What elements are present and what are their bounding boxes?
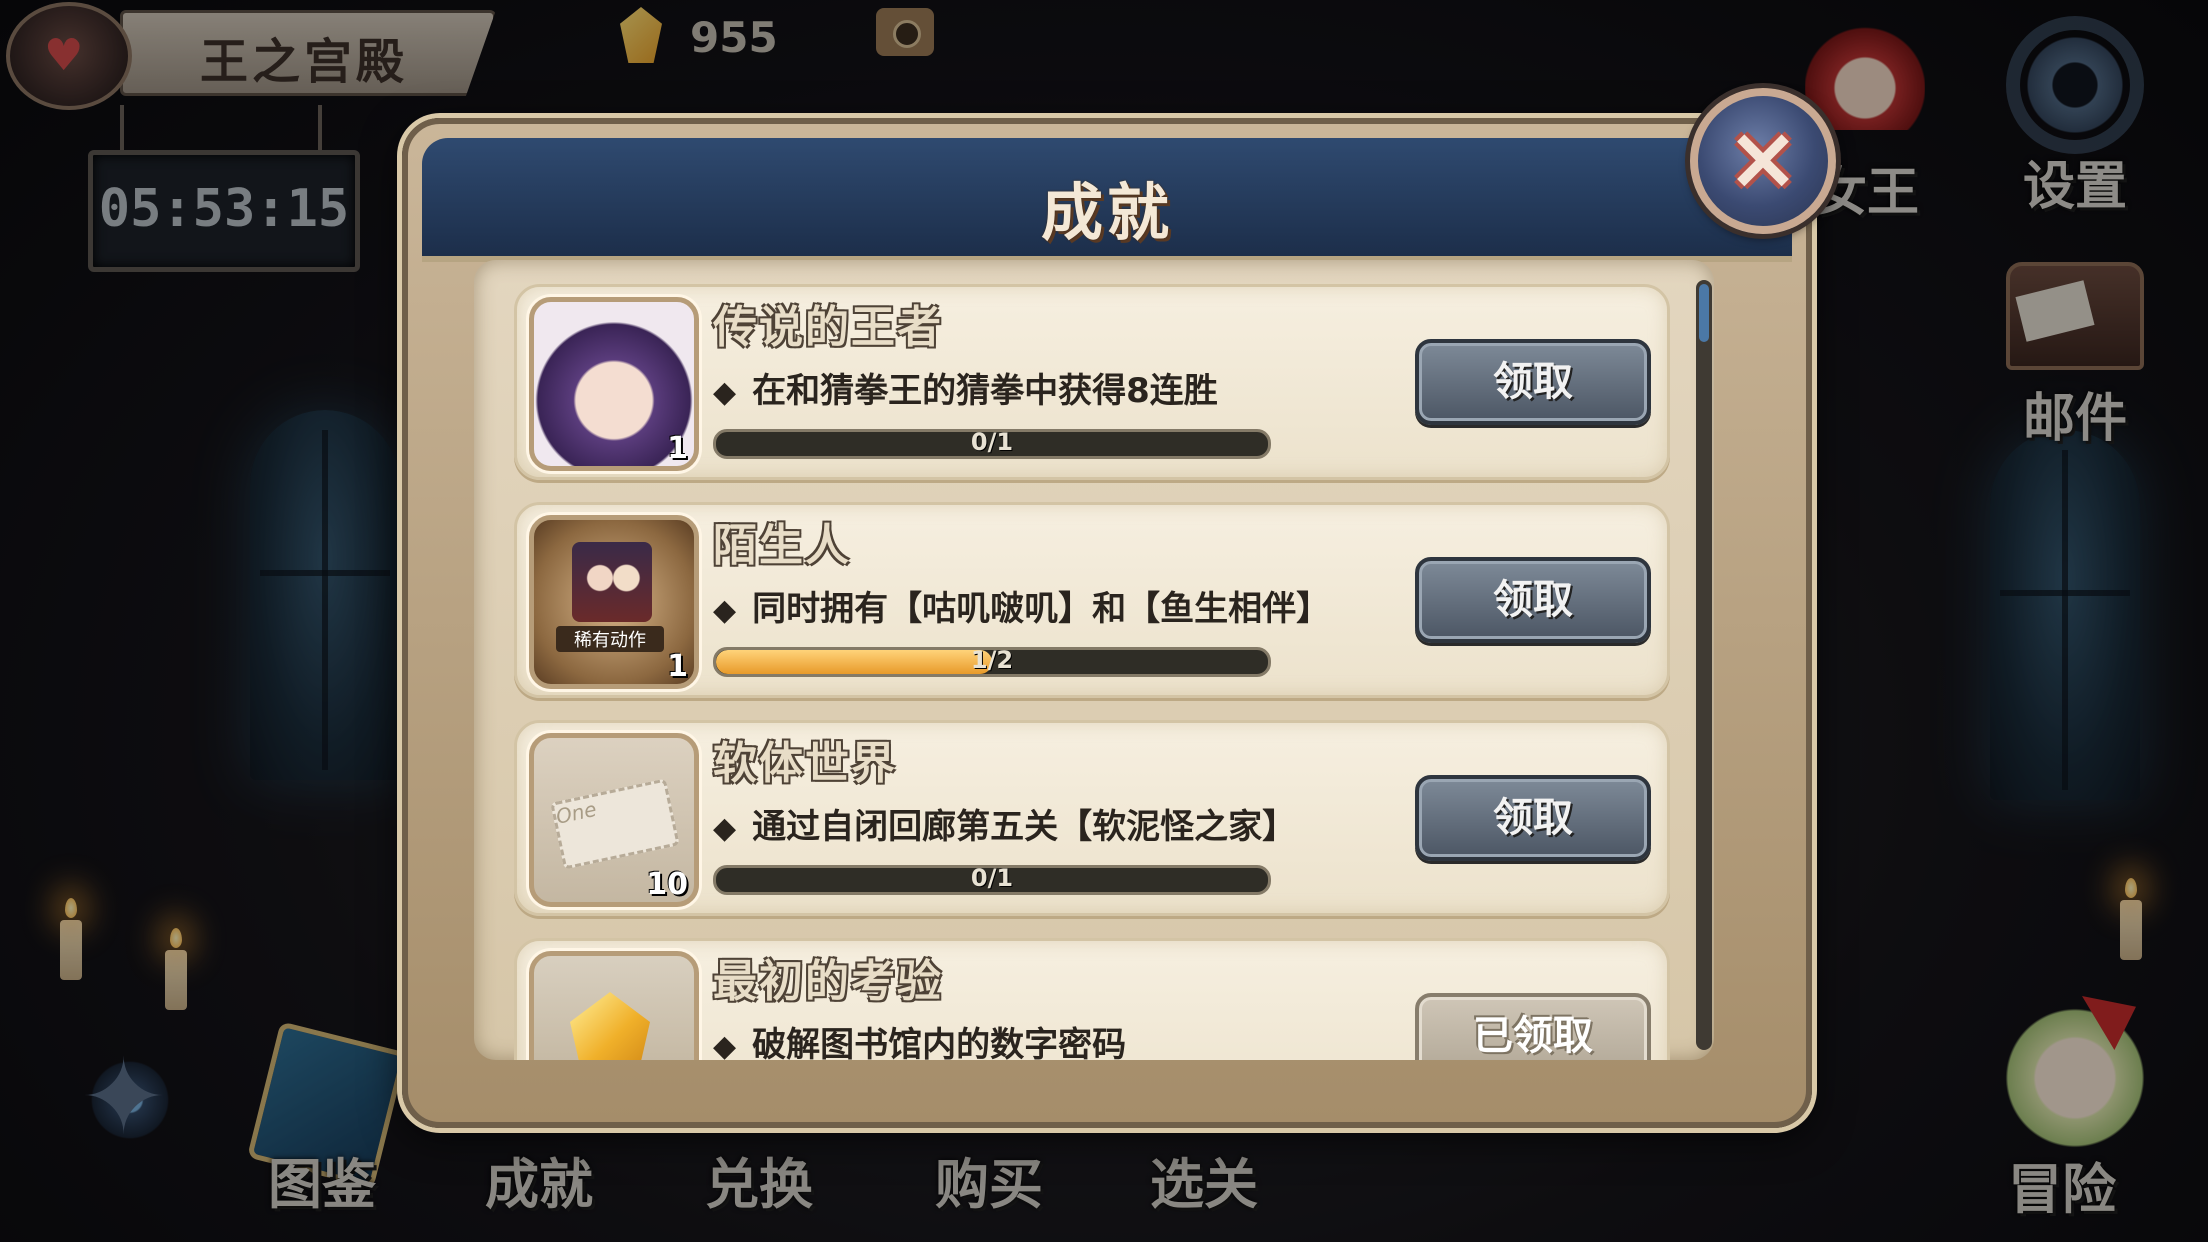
rare-card-art — [572, 542, 652, 622]
achievement-list[interactable]: 1 传说的王者 ◆ 在和猜拳王的猜拳中获得8连胜 0/1 领取 稀有动作 1 陌生… — [474, 260, 1714, 1060]
progress-text: 0/1 — [970, 429, 1014, 456]
claim-button[interactable]: 领取 — [1415, 339, 1651, 425]
progress-bar: 0/1 — [713, 865, 1271, 895]
progress-text: 0/1 — [970, 865, 1014, 892]
achievement-description: ◆ 通过自闭回廊第五关【软泥怪之家】 — [713, 807, 1297, 847]
ticket-art: One — [550, 778, 680, 870]
girl-portrait-icon: 1 — [529, 297, 699, 471]
achievement-description: ◆ 破解图书馆内的数字密码 — [713, 1017, 1126, 1060]
diamond-bullet-icon: ◆ — [713, 811, 737, 846]
scrollbar-thumb[interactable] — [1699, 284, 1709, 342]
achievement-description: ◆ 同时拥有【咕叽啵叽】和【鱼生相伴】 — [713, 589, 1331, 629]
achievement-title: 陌生人 — [713, 520, 851, 571]
diamond-bullet-icon: ◆ — [713, 593, 737, 628]
progress-bar: 1/2 — [713, 647, 1271, 677]
achievement-card: One 10 软体世界 ◆ 通过自闭回廊第五关【软泥怪之家】 0/1 领取 — [514, 720, 1670, 916]
claimed-button[interactable]: 已领取 — [1415, 993, 1651, 1060]
gem-icon — [570, 992, 650, 1060]
achievement-title: 最初的考验 — [713, 956, 943, 1007]
achievement-card: 最初的考验 ◆ 破解图书馆内的数字密码 已领取 — [514, 938, 1670, 1060]
progress-text: 1/2 — [970, 647, 1014, 674]
reward-count: 1 — [667, 649, 688, 684]
achievement-card: 稀有动作 1 陌生人 ◆ 同时拥有【咕叽啵叽】和【鱼生相伴】 1/2 领取 — [514, 502, 1670, 698]
modal-title: 成就 — [1040, 176, 1173, 249]
close-button[interactable]: × — [1690, 88, 1836, 234]
rare-action-card-icon: 稀有动作 1 — [529, 515, 699, 689]
close-icon: × — [1726, 106, 1800, 209]
claim-button[interactable]: 领取 — [1415, 557, 1651, 643]
claim-button[interactable]: 领取 — [1415, 775, 1651, 861]
achievement-title: 传说的王者 — [713, 302, 943, 353]
reward-count: 1 — [667, 431, 688, 466]
diamond-bullet-icon: ◆ — [713, 1029, 737, 1060]
achievement-card: 1 传说的王者 ◆ 在和猜拳王的猜拳中获得8连胜 0/1 领取 — [514, 284, 1670, 480]
achievement-title: 软体世界 — [713, 738, 897, 789]
scrollbar[interactable] — [1696, 280, 1712, 1050]
rare-card-label: 稀有动作 — [556, 626, 664, 652]
reward-count: 10 — [646, 867, 688, 902]
ticket-icon: One 10 — [529, 733, 699, 907]
modal-header: 成就 — [422, 138, 1792, 262]
progress-bar: 0/1 — [713, 429, 1271, 459]
achievement-description: ◆ 在和猜拳王的猜拳中获得8连胜 — [713, 371, 1218, 411]
gem-reward-icon — [529, 951, 699, 1060]
diamond-bullet-icon: ◆ — [713, 375, 737, 410]
